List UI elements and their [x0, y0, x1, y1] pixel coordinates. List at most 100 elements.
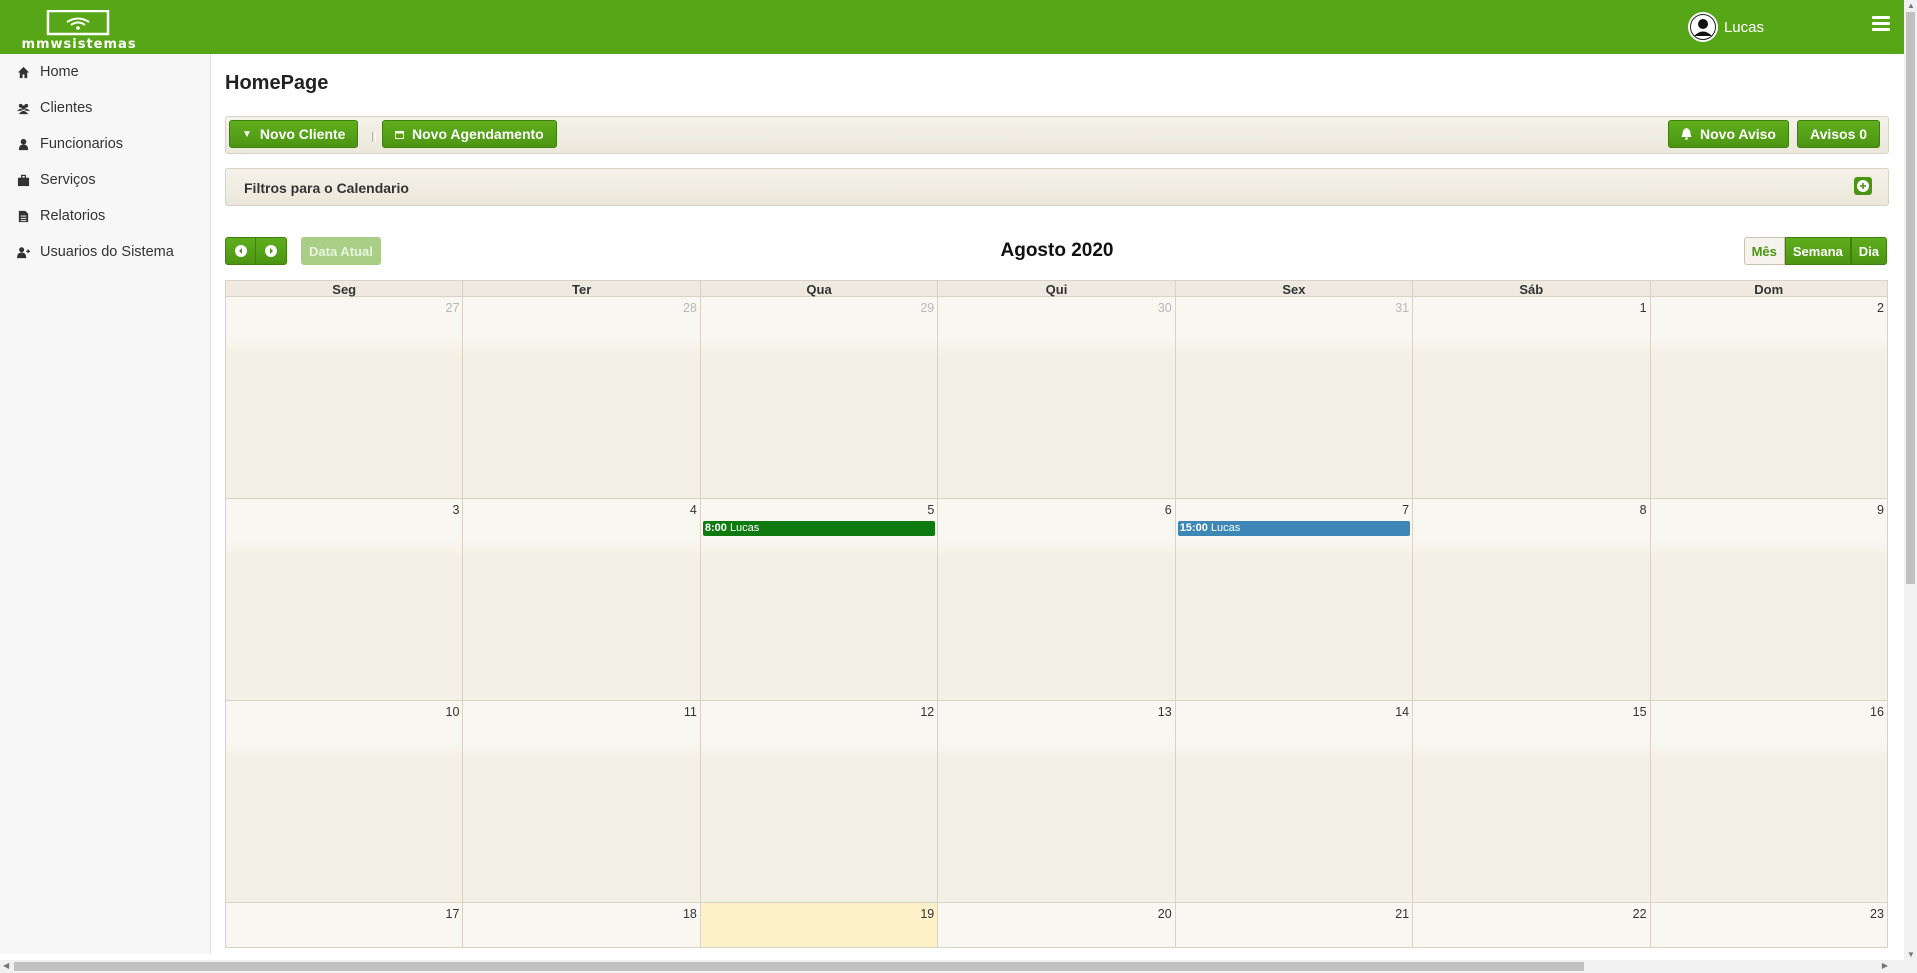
day-number: 5: [927, 503, 935, 517]
home-icon: [16, 65, 30, 79]
calendar-day-today[interactable]: 19: [700, 903, 939, 948]
day-number: 3: [452, 503, 460, 517]
calendar-day[interactable]: 11: [463, 701, 701, 903]
calendar-day[interactable]: 1: [1413, 297, 1651, 499]
calendar-day[interactable]: 9: [1650, 499, 1888, 701]
event-title: Lucas: [729, 522, 760, 534]
calendar-grid: Seg Ter Qua Qui Sex Sáb Dom 27 28 29 30 …: [225, 280, 1888, 948]
sidebar-item-label: Home: [40, 64, 79, 80]
calendar-day[interactable]: 13: [938, 701, 1176, 903]
event-title: Lucas: [1210, 522, 1241, 534]
calendar-event[interactable]: 15:00 Lucas: [1177, 521, 1411, 536]
monitor-wifi-icon: [46, 10, 110, 36]
calendar-day[interactable]: 10: [225, 701, 464, 903]
day-number: 27: [445, 301, 460, 315]
toolbar-separator: [372, 132, 376, 142]
day-number: 13: [1157, 705, 1172, 719]
calendar-day[interactable]: 12: [700, 701, 939, 903]
scroll-left-icon[interactable]: ◀: [3, 961, 9, 970]
novo-agendamento-button[interactable]: Novo Agendamento: [382, 120, 557, 148]
horizontal-scrollbar[interactable]: ◀ ▶: [0, 960, 1904, 973]
novo-cliente-button[interactable]: ▼ Novo Cliente: [229, 120, 359, 148]
month-view-button[interactable]: Mês: [1743, 237, 1785, 265]
day-number: 11: [683, 705, 697, 719]
calendar-day[interactable]: 5 8:00 Lucas: [700, 499, 939, 701]
vertical-scrollbar[interactable]: ▲ ▼: [1904, 0, 1917, 973]
calendar-day[interactable]: 27: [225, 297, 464, 499]
day-number: 12: [920, 705, 935, 719]
calendar-day[interactable]: 23: [1650, 903, 1888, 948]
calendar-day[interactable]: 22: [1413, 903, 1651, 948]
weekday-header: Seg Ter Qua Qui Sex Sáb Dom: [225, 280, 1888, 297]
day-number: 6: [1164, 503, 1172, 517]
calendar-filters-panel[interactable]: Filtros para o Calendario: [225, 168, 1889, 206]
calendar-day[interactable]: 6: [938, 499, 1176, 701]
calendar-week: 10 11 12 13 14 15 16: [225, 701, 1888, 903]
calendar-icon: [395, 130, 404, 139]
novo-cliente-label: Novo Cliente: [259, 126, 346, 142]
novo-aviso-button[interactable]: Novo Aviso: [1668, 120, 1789, 148]
sidebar-item-servicos[interactable]: Serviços: [0, 162, 210, 198]
sidebar-item-label: Funcionarios: [40, 136, 124, 152]
calendar-day[interactable]: 31: [1175, 297, 1414, 499]
calendar-day[interactable]: 3: [225, 499, 464, 701]
horizontal-scroll-thumb[interactable]: [14, 962, 1584, 971]
calendar-day[interactable]: 16: [1650, 701, 1888, 903]
calendar-day[interactable]: 30: [938, 297, 1176, 499]
user-menu[interactable]: Lucas: [1687, 12, 1764, 42]
logo[interactable]: mmwsistemas: [6, 10, 152, 52]
sidebar: Home Clientes Funcionarios Serviços Rela…: [0, 54, 211, 954]
calendar-day[interactable]: 29: [700, 297, 939, 499]
sidebar-item-usuarios[interactable]: Usuarios do Sistema: [0, 234, 210, 270]
calendar-day[interactable]: 14: [1175, 701, 1414, 903]
file-icon: [16, 209, 30, 223]
day-number: 21: [1395, 907, 1410, 921]
avatar: [1687, 12, 1718, 42]
day-view-button[interactable]: Dia: [1850, 237, 1887, 265]
sidebar-item-home[interactable]: Home: [0, 54, 210, 90]
logo-text: mmwsistemas: [21, 37, 137, 52]
vertical-scroll-thumb[interactable]: [1906, 12, 1915, 584]
calendar-day[interactable]: 2: [1650, 297, 1888, 499]
users-icon: [16, 101, 30, 115]
day-number: 18: [682, 907, 697, 921]
day-number: 9: [1877, 503, 1884, 517]
calendar-day[interactable]: 21: [1175, 903, 1414, 948]
calendar-event[interactable]: 8:00 Lucas: [702, 521, 936, 536]
sidebar-item-label: Clientes: [40, 100, 93, 116]
calendar-day[interactable]: 28: [463, 297, 701, 499]
calendar-day[interactable]: 15: [1413, 701, 1651, 903]
weekday-label: Seg: [225, 280, 464, 297]
hamburger-menu-icon[interactable]: [1872, 16, 1890, 32]
user-plus-icon: [16, 245, 30, 259]
week-view-button[interactable]: Semana: [1784, 237, 1851, 265]
weekday-label: Qua: [700, 280, 939, 297]
calendar-day[interactable]: 7 15:00 Lucas: [1175, 499, 1414, 701]
avisos-button[interactable]: Avisos 0: [1797, 120, 1881, 148]
novo-aviso-label: Novo Aviso: [1700, 126, 1776, 142]
avisos-label: Avisos 0: [1810, 126, 1868, 142]
bell-icon: [1681, 128, 1692, 140]
scroll-right-icon[interactable]: ▶: [1882, 961, 1888, 970]
page-title: HomePage: [225, 72, 329, 94]
top-bar: mmwsistemas Lucas: [0, 0, 1904, 54]
day-number: 7: [1402, 503, 1410, 517]
sidebar-item-label: Serviços: [40, 172, 96, 188]
day-number: 20: [1157, 907, 1172, 921]
calendar-day[interactable]: 8: [1413, 499, 1651, 701]
plus-icon[interactable]: [1854, 177, 1872, 195]
calendar-week: 17 18 19 20 21 22 23: [225, 903, 1888, 948]
sidebar-item-funcionarios[interactable]: Funcionarios: [0, 126, 210, 162]
weekday-label: Ter: [463, 280, 701, 297]
sidebar-item-clientes[interactable]: Clientes: [0, 90, 210, 126]
calendar-day[interactable]: 18: [463, 903, 701, 948]
calendar-day[interactable]: 20: [938, 903, 1176, 948]
sidebar-item-relatorios[interactable]: Relatorios: [0, 198, 210, 234]
calendar-day[interactable]: 4: [463, 499, 701, 701]
weekday-label: Sáb: [1413, 280, 1651, 297]
calendar-week: 3 4 5 8:00 Lucas 6 7 15:00 Lucas 8 9: [225, 499, 1888, 701]
scroll-up-icon[interactable]: ▲: [1907, 1, 1915, 10]
calendar-day[interactable]: 17: [225, 903, 464, 948]
user-name: Lucas: [1723, 18, 1764, 36]
scroll-down-icon[interactable]: ▼: [1907, 950, 1915, 959]
